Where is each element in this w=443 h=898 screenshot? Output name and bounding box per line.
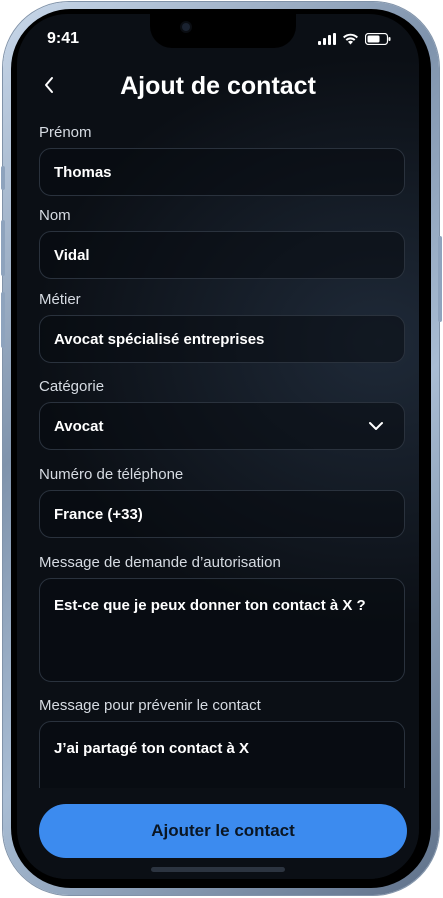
- notify-message-value: J’ai partagé ton contact à X: [54, 740, 250, 757]
- home-indicator: [151, 867, 285, 872]
- phone-country-field[interactable]: France (+33): [39, 490, 405, 538]
- camera-icon: [182, 23, 190, 31]
- volume-down-button: [1, 292, 5, 348]
- status-time: 9:41: [47, 30, 80, 47]
- cellular-signal-icon: [318, 33, 336, 45]
- category-value: Avocat: [54, 417, 104, 435]
- battery-icon: [365, 33, 391, 45]
- wifi-icon: [343, 33, 358, 45]
- chevron-down-icon: [369, 422, 383, 430]
- phone-country-value: France (+33): [54, 505, 143, 523]
- last-name-field[interactable]: Vidal: [39, 231, 405, 279]
- job-label: Métier: [39, 291, 81, 308]
- auth-message-label: Message de demande d’autorisation: [39, 554, 281, 571]
- dynamic-notch: [150, 14, 296, 48]
- volume-up-button: [1, 220, 5, 276]
- notify-message-label: Message pour prévenir le contact: [39, 697, 261, 714]
- auth-message-field[interactable]: Est-ce que je peux donner ton contact à …: [39, 578, 405, 682]
- auth-message-value: Est-ce que je peux donner ton contact à …: [54, 597, 366, 614]
- first-name-field[interactable]: Thomas: [39, 148, 405, 196]
- phone-label: Numéro de téléphone: [39, 466, 184, 483]
- category-select[interactable]: Avocat: [39, 402, 405, 450]
- header: Ajout de contact: [17, 70, 419, 114]
- job-field[interactable]: Avocat spécialisé entreprises: [39, 315, 405, 363]
- power-button: [438, 236, 442, 322]
- last-name-label: Nom: [39, 207, 71, 224]
- first-name-value: Thomas: [54, 163, 112, 181]
- app-screen: 9:41 Ajout de contact Prénom Thomas Nom …: [17, 14, 419, 879]
- first-name-label: Prénom: [39, 124, 92, 141]
- job-value: Avocat spécialisé entreprises: [54, 330, 265, 348]
- action-button: [1, 166, 5, 190]
- last-name-value: Vidal: [54, 246, 90, 264]
- add-contact-button[interactable]: Ajouter le contact: [39, 804, 407, 858]
- status-icons: [318, 33, 391, 45]
- page-title: Ajout de contact: [120, 72, 316, 100]
- category-label: Catégorie: [39, 378, 105, 395]
